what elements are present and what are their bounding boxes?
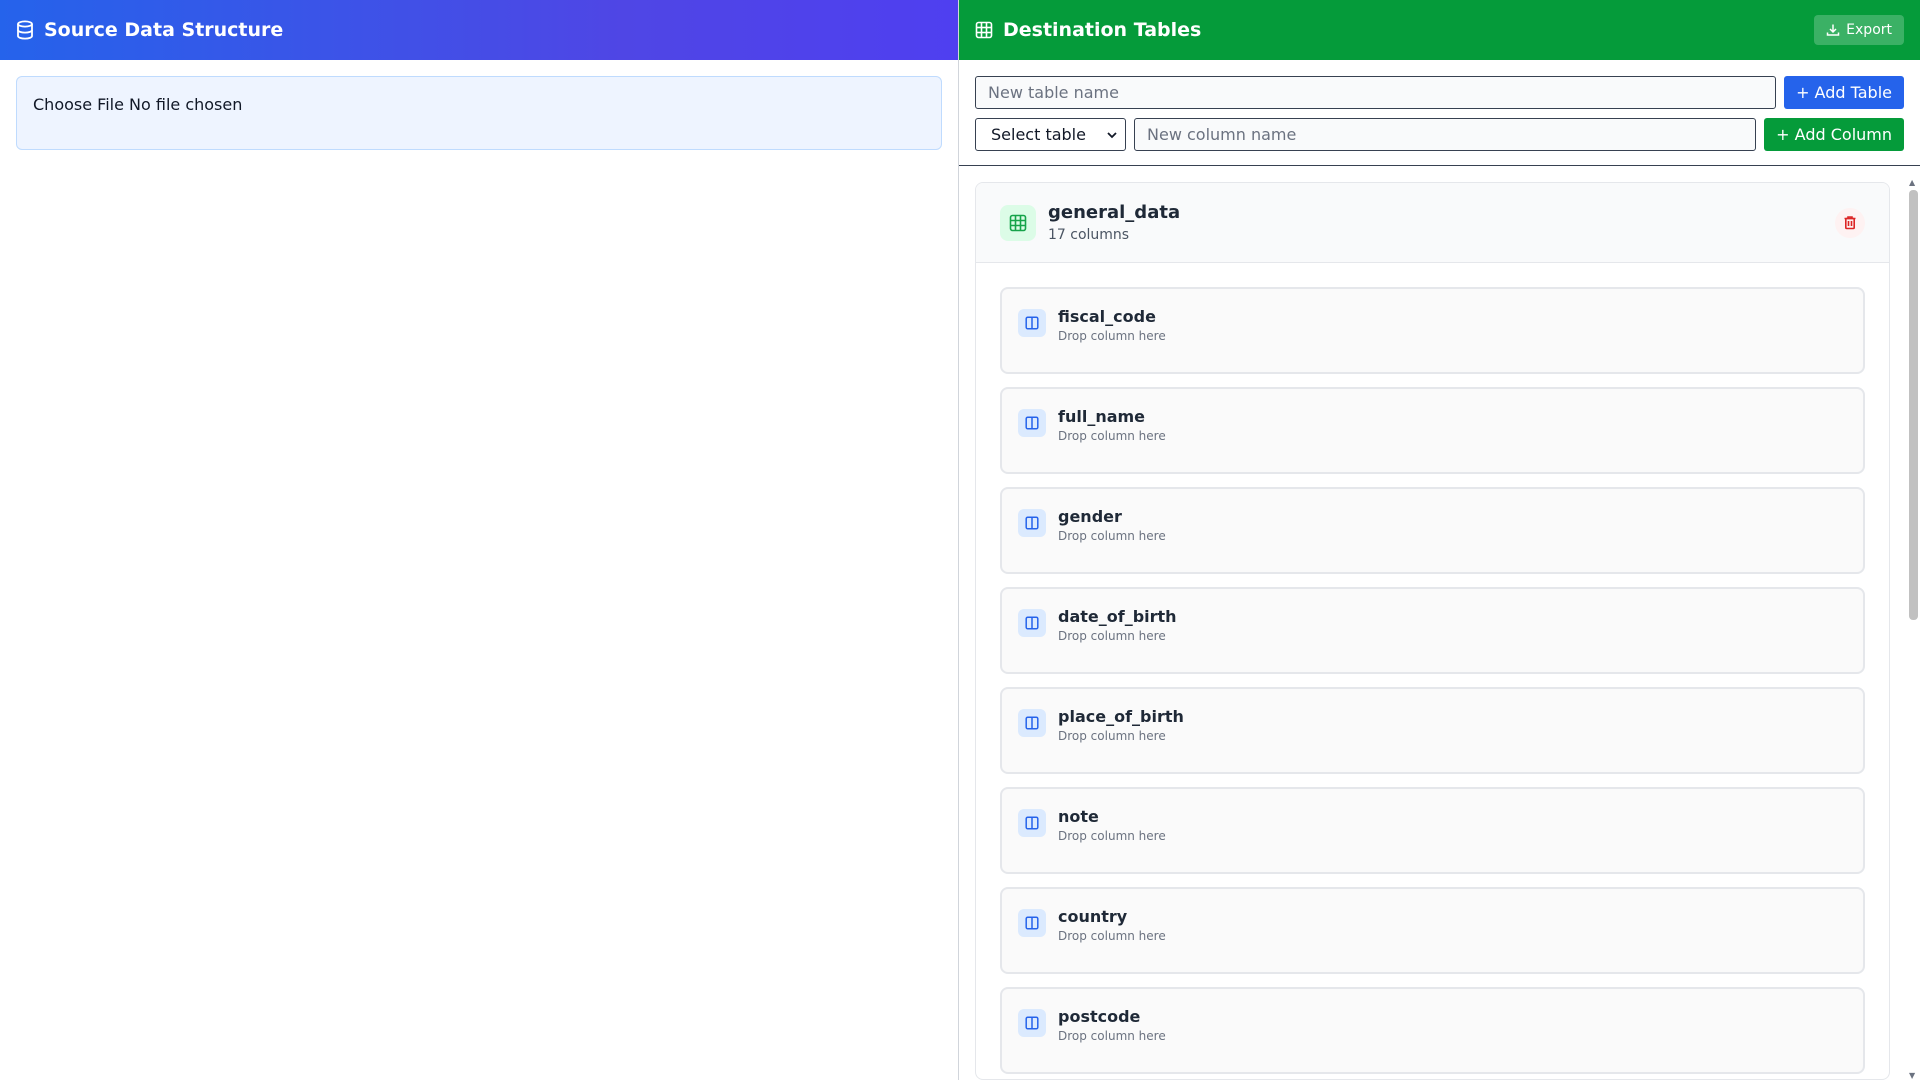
column-name: full_name	[1058, 407, 1146, 426]
table-card: general_data 17 columns fiscal_code Drop…	[975, 182, 1890, 1080]
column-drop-zone[interactable]: postcode Drop column here	[1000, 987, 1865, 1074]
column-drop-hint: Drop column here	[1058, 529, 1166, 543]
column-name: note	[1058, 807, 1099, 826]
new-table-input[interactable]: New table name	[975, 76, 1777, 109]
column-drop-zone[interactable]: country Drop column here	[1000, 887, 1865, 974]
database-icon	[16, 20, 34, 40]
column-text: gender Drop column here	[1058, 507, 1166, 543]
column-drop-zone[interactable]: fiscal_code Drop column here	[1000, 287, 1865, 374]
destination-panel: Destination Tables Export New table name	[959, 0, 1920, 1080]
destination-title: Destination Tables	[1003, 19, 1202, 41]
vertical-scrollbar[interactable]: ▲ ▼	[1906, 178, 1920, 1080]
column-text: full_name Drop column here	[1058, 407, 1166, 443]
columns-icon	[1018, 709, 1046, 737]
column-drop-zone[interactable]: note Drop column here	[1000, 787, 1865, 874]
table-card-header: general_data 17 columns	[976, 183, 1889, 263]
column-drop-hint: Drop column here	[1058, 1029, 1166, 1043]
table-column-count: 17 columns	[1048, 227, 1130, 243]
add-table-button[interactable]: + Add Table	[1784, 76, 1904, 109]
column-drop-hint: Drop column here	[1058, 629, 1166, 643]
table-select[interactable]: Select table	[975, 118, 1126, 151]
add-table-row: New table name + Add Table	[975, 76, 1904, 109]
column-drop-zone[interactable]: gender Drop column here	[1000, 487, 1865, 574]
destination-title-group: Destination Tables	[975, 19, 1201, 41]
column-name: date_of_birth	[1058, 607, 1177, 626]
column-name: country	[1058, 907, 1128, 926]
columns-icon	[1018, 509, 1046, 537]
source-header: Source Data Structure	[0, 0, 958, 60]
table-grid-icon	[1000, 204, 1036, 241]
column-name: place_of_birth	[1058, 707, 1184, 726]
columns-icon	[1018, 609, 1046, 637]
app: Source Data Structure Choose File No fil…	[0, 0, 1920, 1080]
column-drop-zone[interactable]: full_name Drop column here	[1000, 387, 1865, 474]
column-name: postcode	[1058, 1007, 1141, 1026]
columns-icon	[1018, 309, 1046, 337]
column-text: date_of_birth Drop column here	[1058, 607, 1177, 643]
file-status: No file chosen	[129, 95, 243, 114]
column-drop-zone[interactable]: place_of_birth Drop column here	[1000, 687, 1865, 774]
new-column-placeholder: New column name	[1147, 125, 1297, 144]
column-text: fiscal_code Drop column here	[1058, 307, 1166, 343]
source-title: Source Data Structure	[44, 19, 284, 41]
add-column-button[interactable]: + Add Column	[1764, 118, 1904, 151]
download-icon	[1826, 23, 1840, 37]
tables-list: general_data 17 columns fiscal_code Drop…	[975, 182, 1890, 1080]
trash-icon	[1843, 215, 1857, 230]
file-upload-box: Choose File No file chosen	[16, 76, 942, 150]
column-drop-zone[interactable]: date_of_birth Drop column here	[1000, 587, 1865, 674]
destination-header: Destination Tables Export	[959, 0, 1920, 60]
new-table-placeholder: New table name	[988, 83, 1119, 102]
scroll-down-arrow-icon[interactable]: ▼	[1909, 1071, 1915, 1080]
table-controls: New table name + Add Table Select table …	[959, 60, 1920, 166]
chevron-down-icon	[1107, 131, 1117, 139]
column-text: place_of_birth Drop column here	[1058, 707, 1184, 743]
table-meta: general_data 17 columns	[1048, 202, 1180, 243]
scrollbar-thumb[interactable]	[1909, 190, 1918, 620]
column-text: country Drop column here	[1058, 907, 1166, 943]
tables-scroll-area[interactable]: general_data 17 columns fiscal_code Drop…	[959, 166, 1920, 1080]
columns-icon	[1018, 809, 1046, 837]
columns-icon	[1018, 409, 1046, 437]
table-select-value: Select table	[991, 125, 1086, 144]
table-card-title-group: general_data 17 columns	[1000, 202, 1180, 243]
column-list: fiscal_code Drop column here full_name Drop…	[976, 263, 1889, 1079]
export-button[interactable]: Export	[1814, 15, 1904, 45]
column-text: postcode Drop column here	[1058, 1007, 1166, 1043]
add-column-row: Select table New column name + Add Colum…	[975, 118, 1904, 151]
export-label: Export	[1846, 22, 1892, 38]
new-column-input[interactable]: New column name	[1134, 118, 1757, 151]
column-drop-hint: Drop column here	[1058, 829, 1166, 843]
choose-file-button[interactable]: Choose File	[33, 95, 124, 114]
column-drop-hint: Drop column here	[1058, 729, 1166, 743]
column-name: fiscal_code	[1058, 307, 1156, 326]
column-drop-hint: Drop column here	[1058, 329, 1166, 343]
delete-table-button[interactable]	[1835, 207, 1865, 238]
column-name: gender	[1058, 507, 1122, 526]
table-grid-icon	[975, 21, 993, 39]
columns-icon	[1018, 1009, 1046, 1037]
column-drop-hint: Drop column here	[1058, 929, 1166, 943]
columns-icon	[1018, 909, 1046, 937]
column-drop-hint: Drop column here	[1058, 429, 1166, 443]
table-name: general_data	[1048, 202, 1181, 223]
scroll-up-arrow-icon[interactable]: ▲	[1909, 178, 1915, 187]
source-panel: Source Data Structure Choose File No fil…	[0, 0, 959, 1080]
column-text: note Drop column here	[1058, 807, 1166, 843]
